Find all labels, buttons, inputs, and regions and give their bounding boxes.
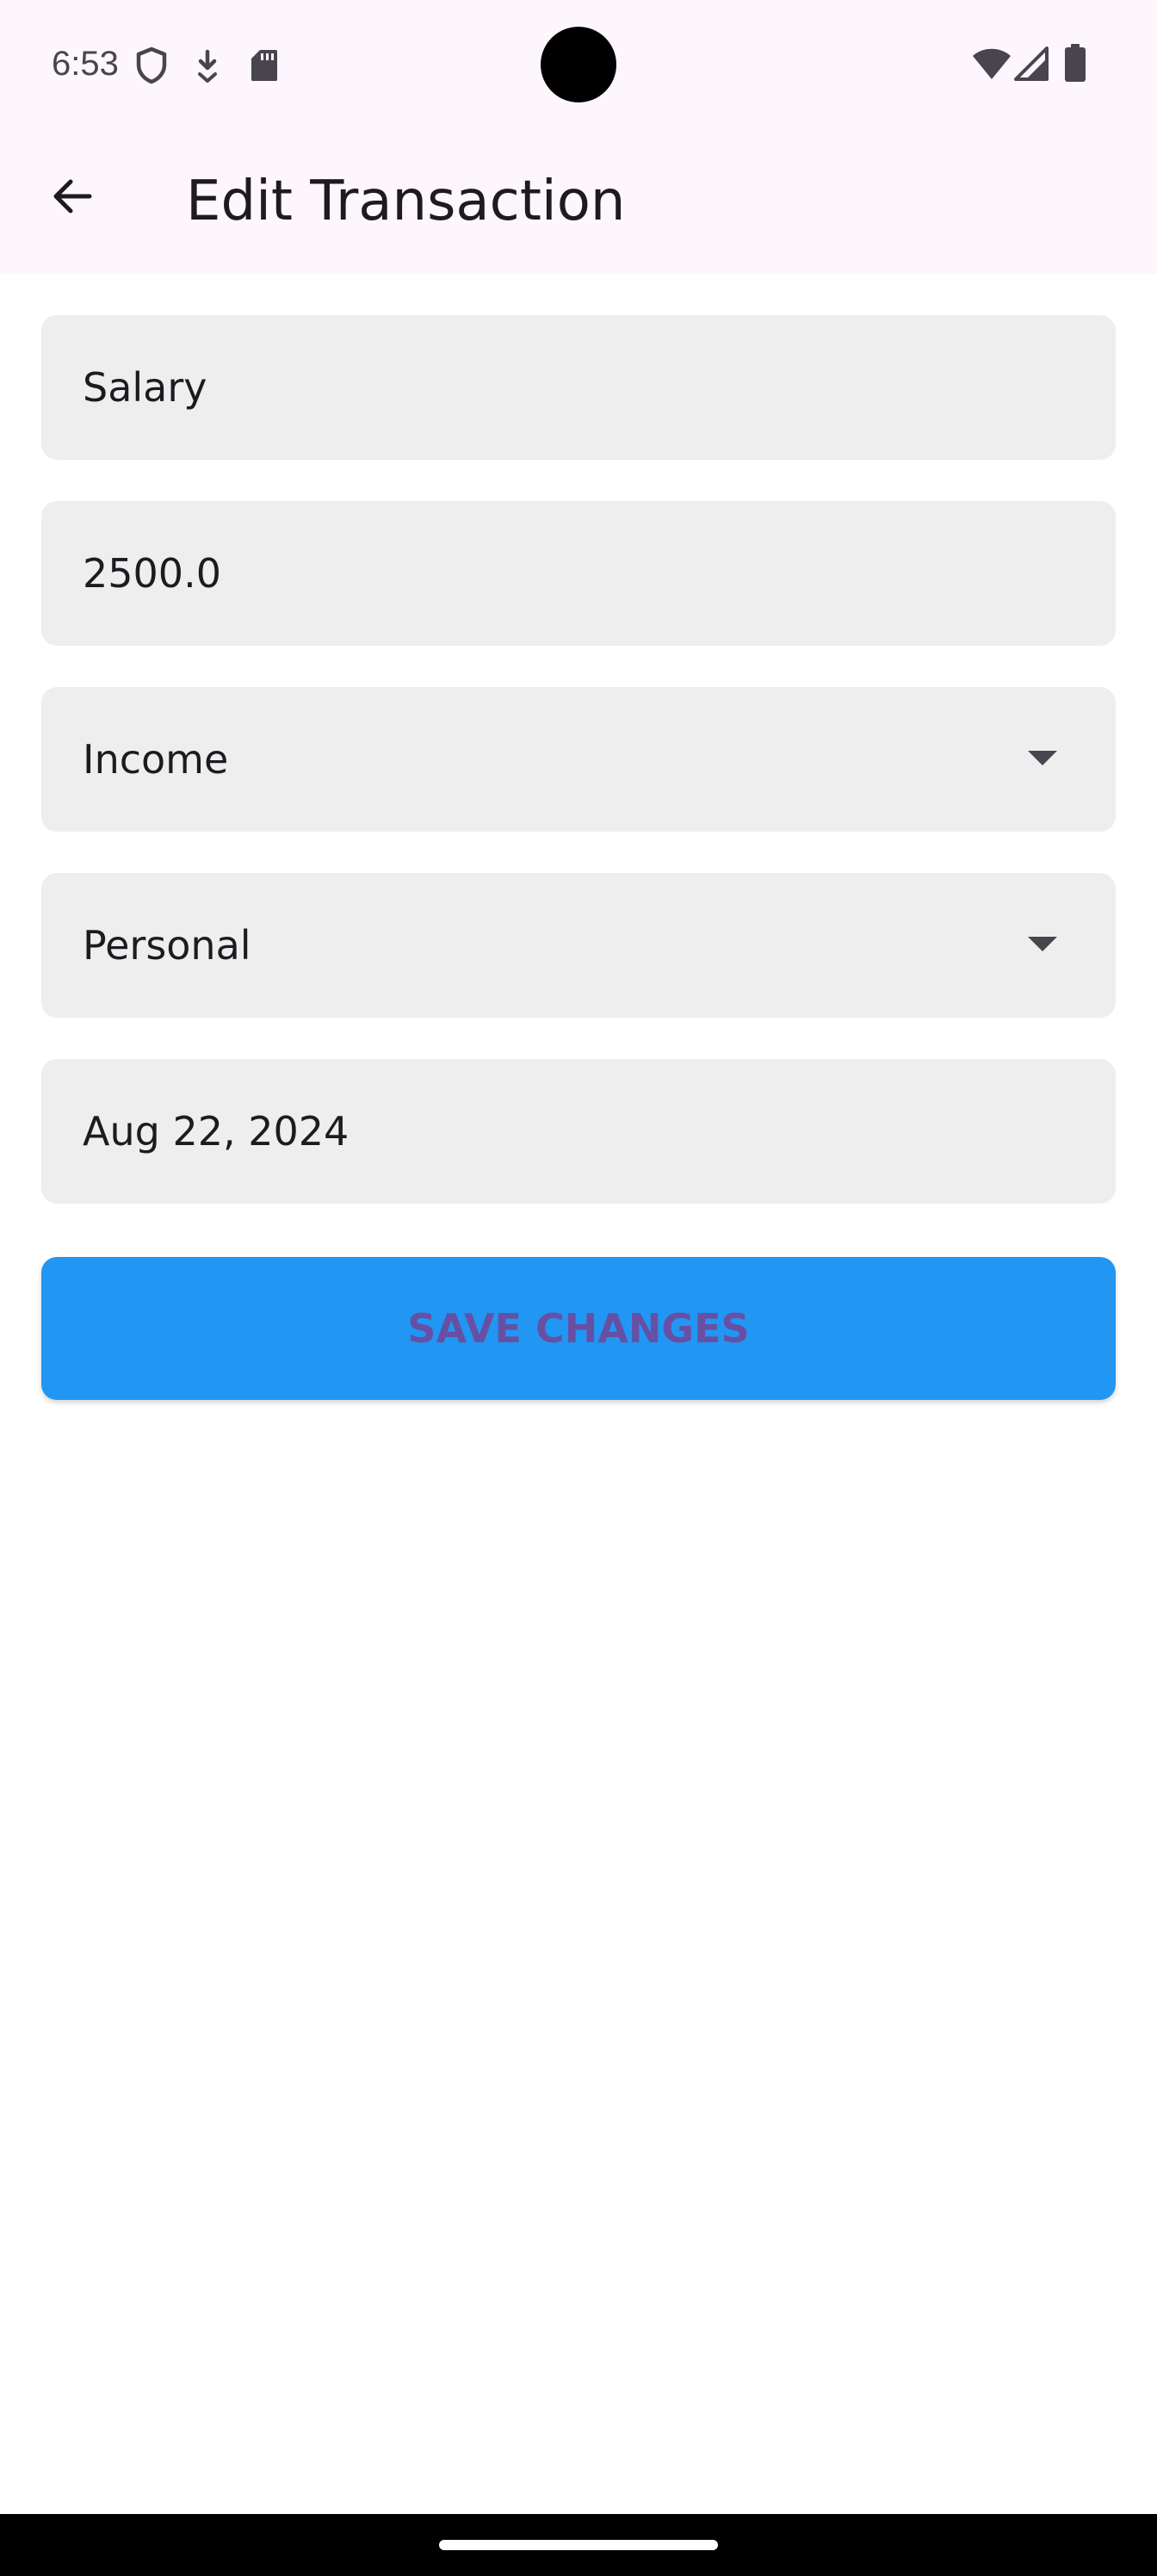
date-field[interactable]: Aug 22, 2024 [41, 1059, 1116, 1204]
app-bar: Edit Transaction [0, 129, 1157, 274]
camera-cutout [541, 27, 616, 102]
category-selected-value: Personal [83, 922, 251, 969]
wifi-icon [973, 48, 1011, 79]
description-field[interactable]: Salary [41, 315, 1116, 460]
amount-value: 2500.0 [83, 550, 221, 597]
save-changes-label: SAVE CHANGES [407, 1305, 750, 1352]
page-title: Edit Transaction [186, 170, 626, 233]
shield-icon [136, 46, 167, 84]
status-bar: 6:53 [0, 0, 1157, 129]
navigation-bar [0, 2514, 1157, 2576]
arrow-back-icon [53, 179, 92, 214]
cellular-signal-icon [1014, 46, 1049, 81]
type-dropdown[interactable]: Income [41, 687, 1116, 832]
category-dropdown[interactable]: Personal [41, 873, 1116, 1018]
back-button[interactable] [31, 155, 114, 238]
save-changes-button[interactable]: SAVE CHANGES [41, 1257, 1116, 1400]
description-value: Salary [83, 364, 207, 411]
status-time: 6:53 [52, 45, 119, 83]
home-gesture-handle[interactable] [439, 2540, 718, 2550]
date-value: Aug 22, 2024 [83, 1108, 350, 1155]
amount-field[interactable]: 2500.0 [41, 501, 1116, 646]
type-selected-value: Income [83, 736, 229, 783]
arrow-drop-down-icon [1028, 751, 1057, 765]
sd-card-icon [251, 50, 277, 81]
battery-icon [1065, 44, 1086, 82]
download-icon [198, 49, 217, 83]
arrow-drop-down-icon [1028, 937, 1057, 951]
